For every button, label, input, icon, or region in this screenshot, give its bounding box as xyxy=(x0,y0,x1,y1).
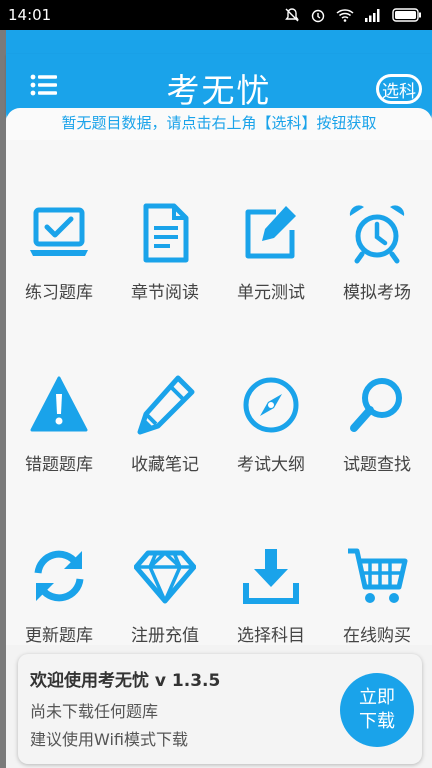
download-status-text: 尚未下载任何题库 xyxy=(30,702,159,721)
grid-item-chapter-reading[interactable]: 章节阅读 xyxy=(112,202,218,303)
alarm-status-icon xyxy=(311,9,325,23)
signal-icon xyxy=(365,9,380,22)
download-now-button[interactable]: 立即 下载 xyxy=(340,673,414,747)
grid-label: 错题题库 xyxy=(25,455,93,475)
grid-label: 注册充值 xyxy=(131,626,199,646)
grid-item-wrong-questions[interactable]: 错题题库 xyxy=(6,374,112,475)
diamond-icon xyxy=(134,550,196,604)
grid-item-practice[interactable]: 练习题库 xyxy=(6,202,112,303)
status-time: 14:01 xyxy=(8,6,52,24)
mute-icon xyxy=(285,8,299,22)
header-top xyxy=(6,30,432,54)
status-bar: 14:01 xyxy=(0,0,432,30)
grid-label: 模拟考场 xyxy=(343,283,411,303)
refresh-icon xyxy=(34,550,84,602)
grid-item-question-search[interactable]: 试题查找 xyxy=(324,374,430,475)
grid-item-online-purchase[interactable]: 在线购买 xyxy=(324,545,430,646)
download-now-label-1: 立即 xyxy=(359,687,395,708)
alarm-clock-icon xyxy=(349,205,405,264)
grid-item-update-bank[interactable]: 更新题库 xyxy=(6,545,112,646)
compass-icon xyxy=(243,377,299,433)
app-title: 考无忧 xyxy=(166,71,272,110)
grid-label: 在线购买 xyxy=(343,626,411,646)
download-icon xyxy=(243,549,299,604)
wifi-icon xyxy=(336,9,354,22)
grid-item-unit-test[interactable]: 单元测试 xyxy=(218,202,324,303)
grid-item-favorites-notes[interactable]: 收藏笔记 xyxy=(112,374,218,475)
warning-icon xyxy=(30,376,88,432)
notice-text: 暂无题目数据，请点击右上角【选科】按钮获取 xyxy=(61,114,377,132)
pen-icon xyxy=(137,375,195,435)
status-icons xyxy=(284,7,422,23)
grid-label: 试题查找 xyxy=(343,455,411,475)
download-now-label-2: 下载 xyxy=(359,711,395,732)
document-icon xyxy=(143,203,189,263)
select-subject-button[interactable]: 选科 xyxy=(374,72,424,106)
laptop-check-icon xyxy=(30,207,88,256)
function-grid: 练习题库 章节阅读 单元测试 模拟考场 错题题库 收藏笔记 考试大纲 试题查找 … xyxy=(6,140,432,646)
cart-icon xyxy=(348,548,408,603)
grid-label: 练习题库 xyxy=(25,283,93,303)
grid-label: 考试大纲 xyxy=(237,455,305,475)
grid-label: 单元测试 xyxy=(237,283,305,303)
welcome-text: 欢迎使用考无忧 v 1.3.5 xyxy=(30,671,221,691)
app-screen: 考无忧 选科 暂无题目数据，请点击右上角【选科】按钮获取 练习题库 章节阅读 单… xyxy=(6,30,432,768)
grid-item-exam-outline[interactable]: 考试大纲 xyxy=(218,374,324,475)
grid-item-select-subject[interactable]: 选择科目 xyxy=(218,545,324,646)
select-subject-label: 选科 xyxy=(379,77,419,102)
edit-icon xyxy=(245,206,296,259)
grid-label: 选择科目 xyxy=(237,626,305,646)
download-info-card: 欢迎使用考无忧 v 1.3.5 尚未下载任何题库 建议使用Wifi模式下载 立即… xyxy=(18,654,422,764)
grid-item-register-recharge[interactable]: 注册充值 xyxy=(112,545,218,646)
search-icon xyxy=(350,378,402,432)
wifi-suggestion-text: 建议使用Wifi模式下载 xyxy=(30,730,188,749)
grid-label: 章节阅读 xyxy=(131,283,199,303)
grid-item-mock-exam[interactable]: 模拟考场 xyxy=(324,202,430,303)
grid-label: 收藏笔记 xyxy=(131,455,199,475)
battery-icon xyxy=(392,8,421,22)
grid-label: 更新题库 xyxy=(25,626,93,646)
